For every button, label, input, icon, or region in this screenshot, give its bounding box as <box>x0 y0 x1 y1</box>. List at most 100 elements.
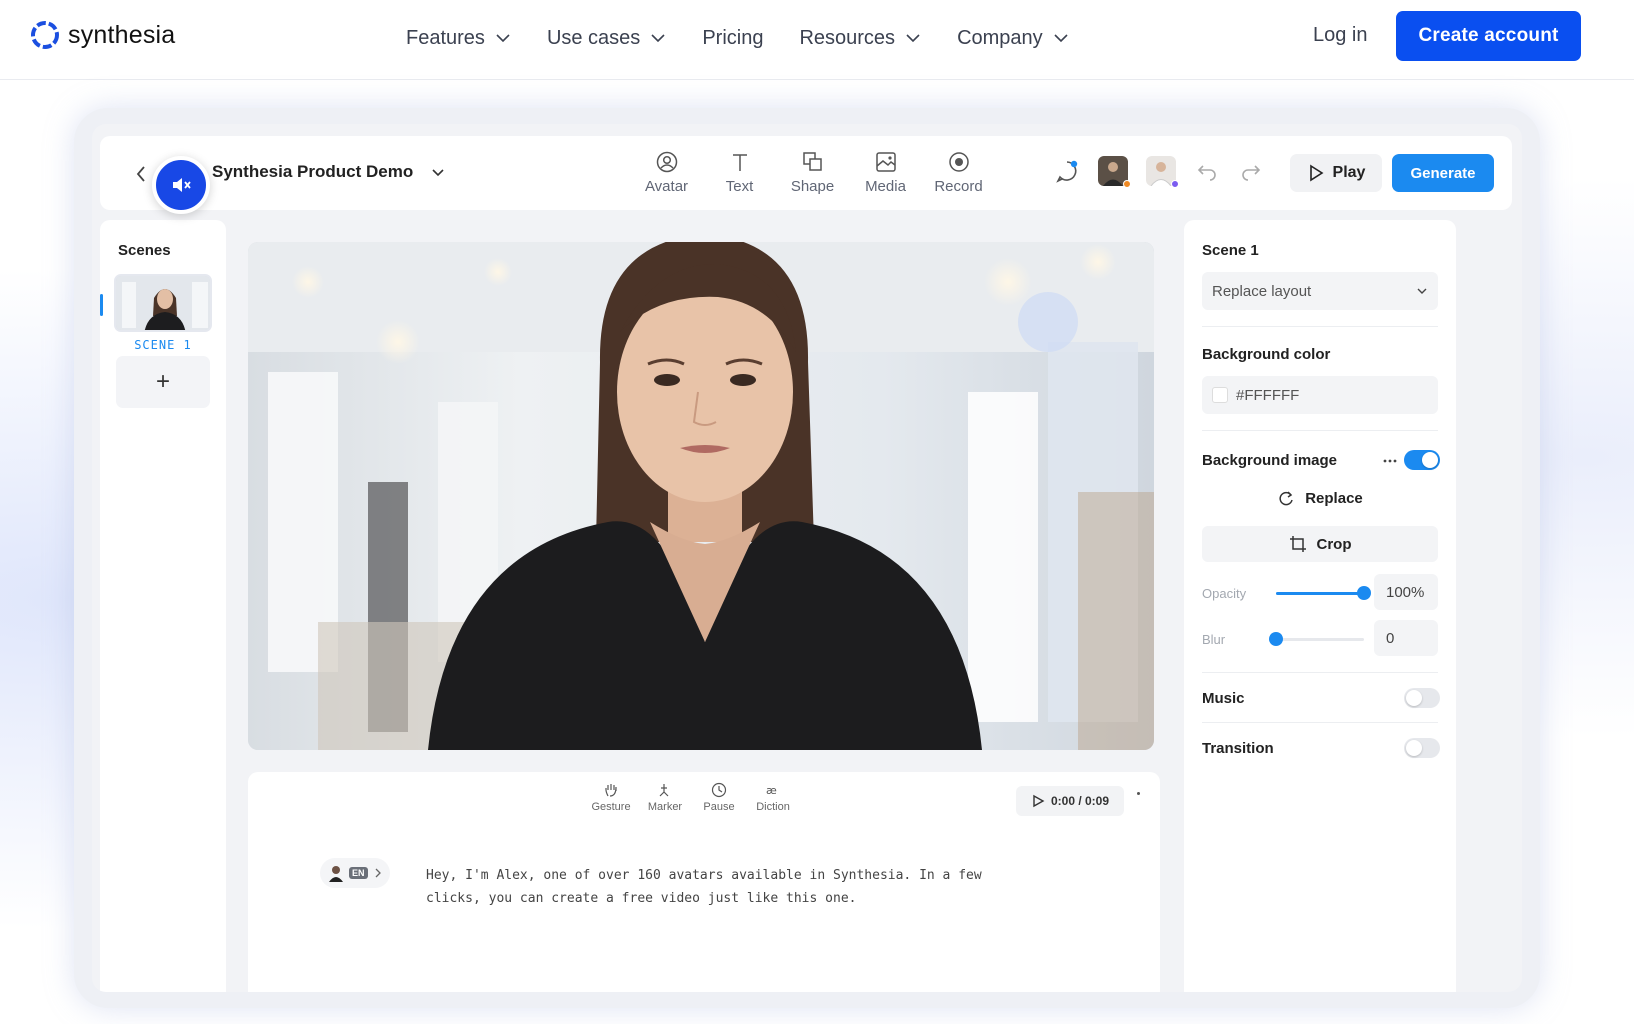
tool-shape[interactable]: Shape <box>776 150 849 195</box>
create-account-button[interactable]: Create account <box>1396 11 1581 61</box>
editor-app: Synthesia Product Demo Avatar Text Shape… <box>92 124 1522 992</box>
chevron-down-icon[interactable] <box>430 164 446 180</box>
canvas-area: Gesture Marker Pause æ Diction 0:00 / 0:… <box>234 220 1176 992</box>
scene-preview-image <box>116 276 210 330</box>
status-dot <box>1171 180 1179 188</box>
opacity-slider-knob[interactable] <box>1357 586 1371 600</box>
editor-toolbar: Synthesia Product Demo Avatar Text Shape… <box>100 136 1512 210</box>
chevron-down-icon <box>1417 288 1427 294</box>
insert-tools: Avatar Text Shape Media Record <box>630 150 995 195</box>
diction-icon: æ <box>766 784 777 797</box>
marker-label: Marker <box>647 801 683 813</box>
play-button[interactable]: Play <box>1290 154 1382 192</box>
hand-icon <box>605 784 617 797</box>
shape-icon <box>802 152 822 171</box>
undo-icon[interactable] <box>1194 158 1220 184</box>
play-label: Play <box>1332 164 1366 181</box>
nav-features[interactable]: Features <box>406 22 511 54</box>
nav-pricing[interactable]: Pricing <box>702 22 763 54</box>
video-preview[interactable] <box>248 242 1154 750</box>
tool-record[interactable]: Record <box>922 150 995 195</box>
play-icon <box>1033 794 1045 808</box>
tool-shape-label: Shape <box>790 178 835 195</box>
top-nav: synthesia Features Use cases Pricing Res… <box>0 0 1634 80</box>
project-title[interactable]: Synthesia Product Demo <box>212 162 413 182</box>
script-text[interactable]: Hey, I'm Alex, one of over 160 avatars a… <box>426 864 986 910</box>
script-tool-pause[interactable]: Pause <box>700 782 738 813</box>
opacity-slider-fill <box>1276 592 1364 595</box>
script-play-time[interactable]: 0:00 / 0:09 <box>1016 786 1124 816</box>
nav-resources-label: Resources <box>799 26 896 49</box>
svg-text:æ: æ <box>766 784 777 797</box>
collaborator-avatar[interactable] <box>1098 156 1131 188</box>
scenes-panel: Scenes SCENE 1 + <box>100 220 226 992</box>
refresh-icon <box>1279 491 1293 506</box>
nav-resources[interactable]: Resources <box>799 22 921 54</box>
nav-use-cases[interactable]: Use cases <box>547 22 666 54</box>
chevron-down-icon <box>1054 34 1068 43</box>
blur-slider-knob[interactable] <box>1269 632 1283 646</box>
nav-features-label: Features <box>406 26 485 49</box>
gesture-label: Gesture <box>591 801 631 813</box>
collaborator-avatar[interactable] <box>1146 156 1179 188</box>
tool-avatar[interactable]: Avatar <box>630 150 703 195</box>
diction-label: Diction <box>756 801 790 813</box>
opacity-value[interactable]: 100% <box>1374 574 1438 610</box>
record-icon <box>948 152 969 172</box>
more-dot[interactable] <box>1137 792 1140 795</box>
divider <box>1202 722 1438 723</box>
blur-slider[interactable] <box>1269 632 1364 646</box>
chevron-right-icon <box>375 868 381 878</box>
tool-media[interactable]: Media <box>849 150 922 195</box>
music-toggle[interactable] <box>1404 688 1440 708</box>
mute-button[interactable] <box>152 156 210 214</box>
nav-pricing-label: Pricing <box>702 26 764 49</box>
script-tool-marker[interactable]: Marker <box>646 782 684 813</box>
tool-avatar-label: Avatar <box>644 178 689 195</box>
synthesia-logo[interactable]: synthesia <box>28 18 175 52</box>
scene-active-indicator <box>100 294 103 316</box>
scene-label: SCENE 1 <box>134 338 192 352</box>
status-dot <box>1123 180 1131 188</box>
nav-links: Features Use cases Pricing Resources Com… <box>406 22 1105 54</box>
nav-company-label: Company <box>957 26 1043 49</box>
transition-toggle[interactable] <box>1404 738 1440 758</box>
background-image-toggle[interactable] <box>1404 450 1440 470</box>
toggle-knob <box>1406 690 1422 706</box>
tool-text-label: Text <box>725 178 754 195</box>
more-options-icon[interactable] <box>1382 456 1398 466</box>
crop-label: Crop <box>1316 535 1352 553</box>
script-tool-gesture[interactable]: Gesture <box>591 782 631 813</box>
chevron-down-icon <box>651 34 665 43</box>
language-tag: EN <box>349 867 368 879</box>
tool-text[interactable]: Text <box>703 150 776 195</box>
voice-selector[interactable]: EN <box>320 858 390 888</box>
avatar-video-frame <box>248 242 1154 750</box>
color-swatch[interactable] <box>1212 387 1228 403</box>
scenes-title: Scenes <box>118 242 171 259</box>
background-color-input[interactable]: #FFFFFF <box>1202 376 1438 414</box>
music-label: Music <box>1202 690 1245 707</box>
background-color-value: #FFFFFF <box>1236 386 1300 404</box>
nav-company[interactable]: Company <box>957 22 1069 54</box>
redo-icon[interactable] <box>1238 158 1264 184</box>
toggle-knob <box>1422 452 1438 468</box>
comment-icon[interactable] <box>1054 158 1080 184</box>
layout-select[interactable]: Replace layout <box>1202 272 1438 310</box>
login-link[interactable]: Log in <box>1313 24 1368 47</box>
script-tool-diction[interactable]: æ Diction <box>754 782 792 813</box>
opacity-slider[interactable] <box>1276 586 1371 600</box>
tool-record-label: Record <box>934 178 983 195</box>
script-panel: Gesture Marker Pause æ Diction 0:00 / 0:… <box>248 772 1160 992</box>
back-chevron-icon[interactable] <box>134 164 148 184</box>
background-image-label: Background image <box>1202 452 1338 469</box>
replace-button[interactable]: Replace <box>1202 480 1438 516</box>
add-scene-button[interactable]: + <box>116 356 210 408</box>
crop-button[interactable]: Crop <box>1202 526 1438 562</box>
avatar-icon <box>656 151 677 173</box>
generate-button[interactable]: Generate <box>1392 154 1494 192</box>
blur-value[interactable]: 0 <box>1374 620 1438 656</box>
nav-use-cases-label: Use cases <box>546 26 641 49</box>
scene-thumbnail[interactable] <box>114 274 212 332</box>
text-icon <box>732 154 747 171</box>
